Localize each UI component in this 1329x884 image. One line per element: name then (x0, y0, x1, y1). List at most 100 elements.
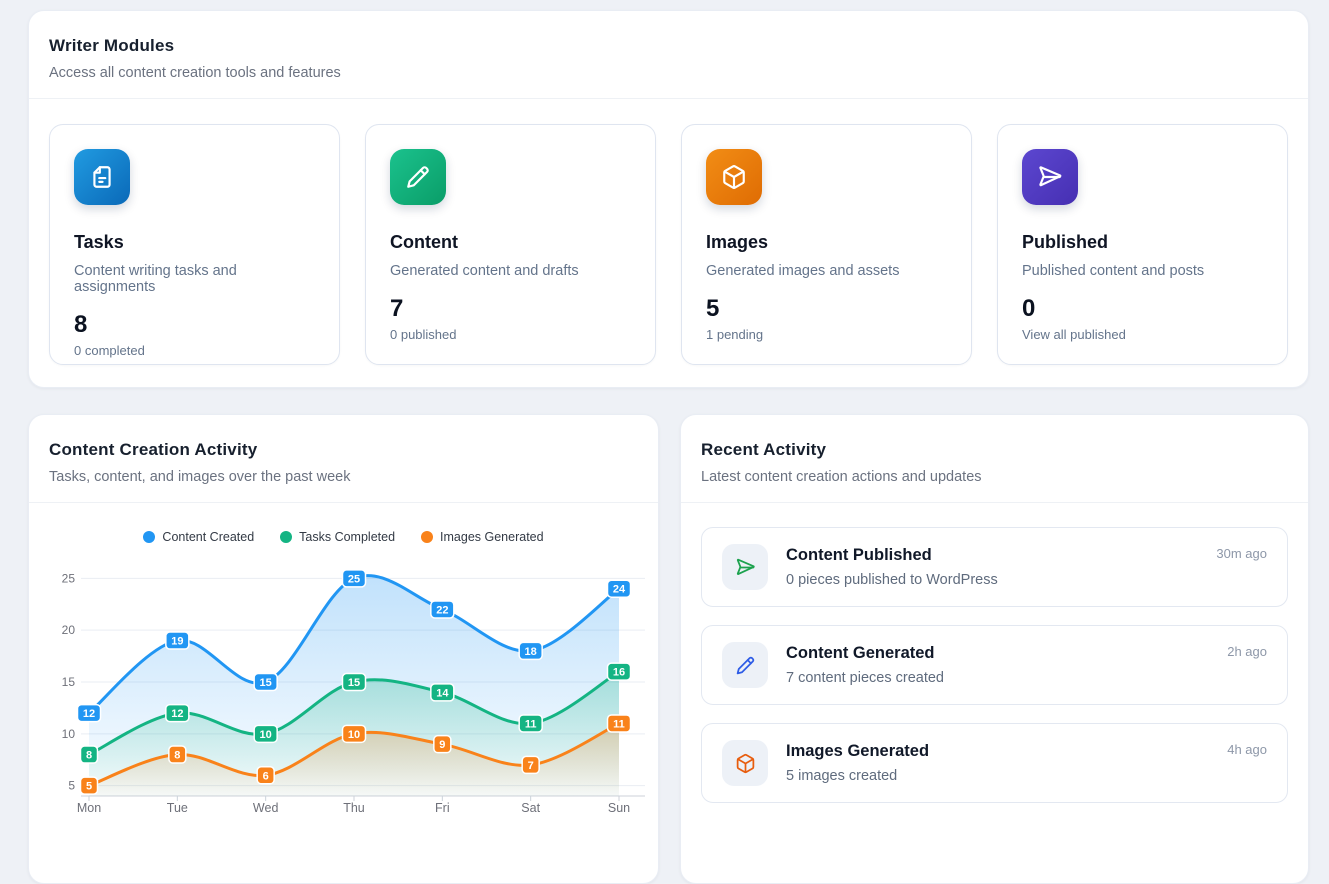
activity-title: Content Generated (786, 644, 944, 663)
svg-text:Mon: Mon (77, 801, 101, 815)
module-count: 5 (706, 295, 947, 323)
module-title: Published (1022, 232, 1263, 253)
legend-dot (143, 531, 155, 543)
svg-text:9: 9 (439, 739, 445, 751)
activity-item-content-published[interactable]: Content Published 0 pieces published to … (701, 527, 1288, 607)
activity-description: 7 content pieces created (786, 670, 944, 686)
activity-text: Content Generated 7 content pieces creat… (786, 644, 944, 686)
activity-timestamp: 2h ago (1227, 626, 1267, 659)
activity-text: Images Generated 5 images created (786, 742, 929, 784)
activity-description: 0 pieces published to WordPress (786, 572, 998, 588)
cube-icon (722, 740, 768, 786)
file-icon (74, 149, 130, 205)
activity-title: Images Generated (786, 742, 929, 761)
svg-text:10: 10 (348, 729, 360, 741)
legend-label: Images Generated (440, 530, 544, 544)
chart-panel-header: Content Creation Activity Tasks, content… (29, 415, 658, 503)
svg-text:8: 8 (86, 750, 92, 762)
chart-legend: Content Created Tasks Completed Images Gen… (29, 530, 658, 544)
svg-text:6: 6 (263, 770, 269, 782)
send-icon (722, 544, 768, 590)
module-description: Published content and posts (1022, 263, 1263, 279)
module-card-images[interactable]: Images Generated images and assets 5 1 p… (681, 124, 972, 365)
send-icon (1022, 149, 1078, 205)
svg-text:12: 12 (171, 708, 183, 720)
svg-text:12: 12 (83, 708, 95, 720)
module-footer: View all published (1022, 327, 1263, 342)
recent-activity-panel: Recent Activity Latest content creation … (680, 414, 1309, 884)
svg-text:5: 5 (86, 781, 92, 793)
svg-text:24: 24 (613, 584, 626, 596)
svg-text:20: 20 (62, 623, 76, 637)
activity-list: Content Published 0 pieces published to … (681, 503, 1308, 827)
writer-modules-subtitle: Access all content creation tools and fe… (49, 65, 1288, 81)
module-count: 0 (1022, 295, 1263, 323)
svg-text:Tue: Tue (167, 801, 188, 815)
svg-text:Wed: Wed (253, 801, 279, 815)
svg-text:Sat: Sat (521, 801, 540, 815)
activity-timestamp: 30m ago (1216, 528, 1267, 561)
svg-text:15: 15 (62, 675, 76, 689)
writer-modules-header: Writer Modules Access all content creati… (29, 11, 1308, 99)
activity-timestamp: 4h ago (1227, 724, 1267, 757)
svg-text:11: 11 (525, 718, 537, 730)
svg-text:Thu: Thu (343, 801, 365, 815)
legend-dot (280, 531, 292, 543)
chart-panel-title: Content Creation Activity (49, 440, 638, 460)
module-description: Generated content and drafts (390, 263, 631, 279)
svg-text:11: 11 (613, 718, 625, 730)
activity-text: Content Published 0 pieces published to … (786, 546, 998, 588)
module-footer: 0 completed (74, 343, 315, 358)
recent-activity-header: Recent Activity Latest content creation … (681, 415, 1308, 503)
svg-text:5: 5 (68, 779, 75, 793)
svg-text:7: 7 (528, 760, 534, 772)
activity-item-content-generated[interactable]: Content Generated 7 content pieces creat… (701, 625, 1288, 705)
cube-icon (706, 149, 762, 205)
svg-text:22: 22 (436, 604, 448, 616)
module-count: 8 (74, 311, 315, 339)
legend-label: Tasks Completed (299, 530, 395, 544)
activity-line-chart: 5 10 15 20 25 Mon Tue Wed Thu Fri Sat Sun 12 19 15 25 22… (29, 552, 659, 822)
svg-text:15: 15 (260, 677, 272, 689)
activity-title: Content Published (786, 546, 998, 565)
legend-item[interactable]: Content Created (143, 530, 254, 544)
recent-activity-title: Recent Activity (701, 440, 1288, 460)
chart-panel-subtitle: Tasks, content, and images over the past… (49, 469, 638, 485)
module-footer: 0 published (390, 327, 631, 342)
legend-item[interactable]: Tasks Completed (280, 530, 395, 544)
activity-description: 5 images created (786, 768, 929, 784)
pencil-icon (722, 642, 768, 688)
writer-modules-title: Writer Modules (49, 36, 1288, 56)
svg-text:18: 18 (525, 646, 537, 658)
activity-item-images-generated[interactable]: Images Generated 5 images created 4h ago (701, 723, 1288, 803)
module-card-tasks[interactable]: Tasks Content writing tasks and assignme… (49, 124, 340, 365)
module-description: Generated images and assets (706, 263, 947, 279)
recent-activity-subtitle: Latest content creation actions and upda… (701, 469, 1288, 485)
svg-text:14: 14 (436, 687, 449, 699)
modules-grid: Tasks Content writing tasks and assignme… (29, 99, 1308, 390)
svg-text:10: 10 (62, 727, 76, 741)
module-description: Content writing tasks and assignments (74, 263, 315, 295)
module-count: 7 (390, 295, 631, 323)
legend-label: Content Created (162, 530, 254, 544)
writer-modules-panel: Writer Modules Access all content creati… (28, 10, 1309, 388)
module-footer: 1 pending (706, 327, 947, 342)
svg-text:8: 8 (174, 750, 180, 762)
content-creation-activity-panel: Content Creation Activity Tasks, content… (28, 414, 659, 884)
pencil-icon (390, 149, 446, 205)
svg-text:25: 25 (348, 573, 360, 585)
svg-text:10: 10 (260, 729, 272, 741)
legend-dot (421, 531, 433, 543)
svg-text:19: 19 (171, 636, 183, 648)
svg-text:16: 16 (613, 667, 625, 679)
svg-text:Fri: Fri (435, 801, 450, 815)
module-card-content[interactable]: Content Generated content and drafts 7 0… (365, 124, 656, 365)
svg-text:Sun: Sun (608, 801, 630, 815)
module-title: Content (390, 232, 631, 253)
module-card-published[interactable]: Published Published content and posts 0 … (997, 124, 1288, 365)
svg-text:25: 25 (62, 571, 76, 585)
legend-item[interactable]: Images Generated (421, 530, 544, 544)
module-title: Images (706, 232, 947, 253)
module-title: Tasks (74, 232, 315, 253)
svg-text:15: 15 (348, 677, 360, 689)
